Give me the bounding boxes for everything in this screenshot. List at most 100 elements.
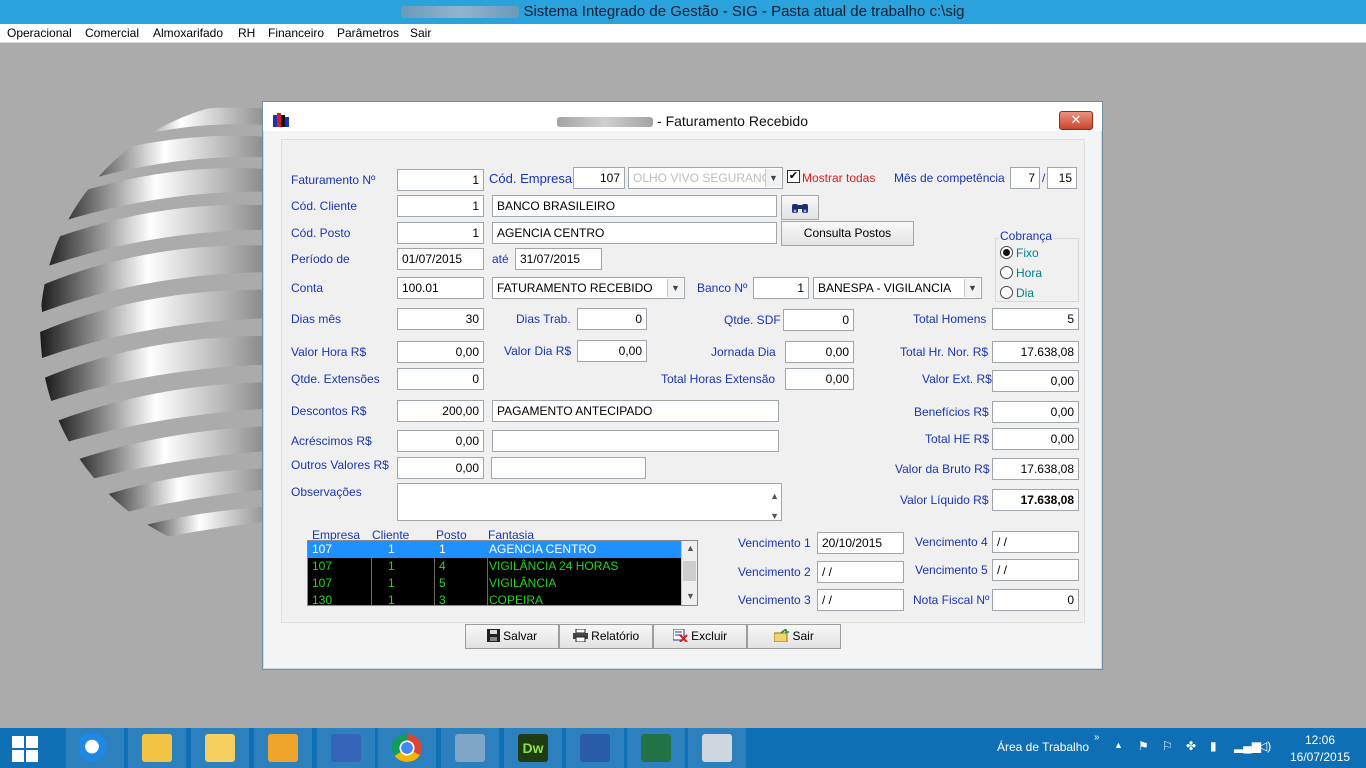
outros-desc-input[interactable] — [491, 457, 646, 479]
ano-input[interactable]: 15 — [1047, 167, 1077, 189]
menu-financeiro[interactable]: Financeiro — [268, 26, 324, 40]
dias-mes-input[interactable]: 30 — [397, 308, 484, 330]
taskbar-calculator[interactable] — [688, 728, 746, 768]
faturamento-input[interactable]: 1 — [397, 169, 484, 191]
cod-cliente-input[interactable]: 1 — [397, 195, 484, 217]
empresa-select[interactable]: OLHO VIVO SEGURANÇ ▼ — [628, 167, 783, 189]
total-horas-extensao-input[interactable]: 0,00 — [785, 368, 854, 390]
cod-empresa-input[interactable]: 107 — [573, 167, 625, 189]
table-row[interactable]: 107 1 4 VIGILÂNCIA 24 HORAS — [308, 558, 682, 575]
banco-select[interactable]: BANESPA - VIGILANCIA ▼ — [813, 277, 982, 299]
folder-icon — [205, 734, 235, 762]
dias-trab-input[interactable]: 0 — [577, 308, 647, 330]
mostrar-todas-checkbox[interactable]: ✔ — [787, 170, 800, 183]
taskbar-word[interactable] — [566, 728, 624, 768]
descontos-input[interactable]: 200,00 — [397, 400, 484, 422]
conta-select[interactable]: FATURAMENTO RECEBIDO ▼ — [492, 277, 685, 299]
banco-select-value: BANESPA - VIGILANCIA — [818, 281, 952, 295]
observacoes-textarea[interactable]: ▲ ▼ — [397, 483, 782, 521]
acrescimos-desc-input[interactable] — [492, 430, 779, 452]
show-hidden-icons[interactable]: ▲ — [1114, 740, 1123, 750]
conta-label: Conta — [291, 281, 324, 295]
vencimento-4-input[interactable]: / / — [992, 531, 1079, 553]
cobranca-hora-radio[interactable] — [1000, 266, 1013, 279]
menu-operacional[interactable]: Operacional — [7, 26, 72, 40]
table-row[interactable]: 107 1 1 AGENCIA CENTRO — [308, 541, 682, 558]
grid-scrollbar[interactable]: ▲ ▼ — [681, 541, 697, 605]
table-row[interactable]: 130 1 3 COPEIRA — [308, 592, 682, 605]
scroll-down-icon[interactable]: ▼ — [686, 591, 695, 601]
vencimento-1-input[interactable]: 20/10/2015 — [817, 532, 904, 554]
taskbar-virtualbox[interactable] — [441, 728, 499, 768]
flag-icon[interactable]: ⚐ — [1162, 739, 1173, 753]
table-row[interactable]: 107 1 5 VIGILÂNCIA — [308, 575, 682, 592]
cobranca-dia-radio[interactable] — [1000, 286, 1013, 299]
scroll-up-icon[interactable]: ▲ — [770, 486, 779, 506]
close-icon: ✕ — [1070, 112, 1082, 127]
battery-icon[interactable]: ▮ — [1210, 739, 1217, 753]
taskbar-explorer[interactable] — [191, 728, 249, 768]
taskbar-ie[interactable] — [66, 728, 124, 768]
vencimento-2-label: Vencimento 2 — [738, 565, 811, 579]
mes-separator: / — [1042, 171, 1046, 185]
cliente-nome-field[interactable]: BANCO BRASILEIRO — [492, 195, 777, 217]
valor-ext-label: Valor Ext. R$ — [922, 372, 992, 386]
qtde-extensoes-input[interactable]: 0 — [397, 368, 484, 390]
banco-input[interactable]: 1 — [753, 277, 809, 299]
vencimento-3-input[interactable]: / / — [817, 589, 904, 611]
sair-button[interactable]: Sair — [747, 624, 841, 649]
scroll-down-icon[interactable]: ▼ — [770, 506, 779, 520]
cell-cliente: 1 — [388, 576, 395, 590]
relatorio-button[interactable]: Relatório — [559, 624, 653, 649]
taskbar-sig[interactable] — [254, 728, 312, 768]
periodo-de-input[interactable]: 01/07/2015 — [397, 248, 484, 270]
action-center-icon[interactable]: ⚑ — [1138, 739, 1149, 753]
salvar-button[interactable]: Salvar — [465, 624, 559, 649]
cod-posto-input[interactable]: 1 — [397, 222, 484, 244]
periodo-ate-input[interactable]: 31/07/2015 — [515, 248, 602, 270]
search-cliente-button[interactable] — [781, 195, 819, 220]
start-button[interactable] — [0, 728, 52, 768]
acrescimos-input[interactable]: 0,00 — [397, 430, 484, 452]
nota-fiscal-input[interactable]: 0 — [992, 589, 1079, 611]
virtualbox-icon — [455, 734, 485, 762]
valor-hora-input[interactable]: 0,00 — [397, 341, 484, 363]
toolbar-expand-icon[interactable]: » — [1094, 732, 1100, 743]
posto-nome-field[interactable]: AGENCIA CENTRO — [492, 222, 777, 244]
menu-comercial[interactable]: Comercial — [85, 26, 139, 40]
taskbar-remote[interactable] — [317, 728, 375, 768]
clock-time[interactable]: 12:06 — [1305, 733, 1335, 747]
vencimento-5-input[interactable]: / / — [992, 559, 1079, 581]
consulta-postos-button[interactable]: Consulta Postos — [781, 221, 914, 246]
menu-rh[interactable]: RH — [238, 26, 255, 40]
total-homens-label: Total Homens — [913, 312, 987, 326]
jornada-dia-input[interactable]: 0,00 — [785, 341, 854, 363]
menu-sair[interactable]: Sair — [410, 26, 431, 40]
network-share-icon[interactable]: ✤ — [1186, 739, 1196, 753]
taskbar-chrome[interactable] — [378, 728, 436, 768]
scroll-up-icon[interactable]: ▲ — [686, 543, 695, 553]
mes-input[interactable]: 7 — [1010, 167, 1040, 189]
descontos-desc-input[interactable]: PAGAMENTO ANTECIPADO — [492, 400, 779, 422]
excluir-button[interactable]: Excluir — [653, 624, 747, 649]
taskbar-excel[interactable] — [627, 728, 685, 768]
cell-empresa: 107 — [312, 576, 333, 590]
menu-parametros[interactable]: Parâmetros — [337, 26, 399, 40]
taskbar-dreamweaver[interactable]: Dw — [504, 728, 562, 768]
qtde-sdf-input[interactable]: 0 — [783, 309, 854, 331]
clock-date[interactable]: 16/07/2015 — [1290, 750, 1350, 764]
taskbar-outlook[interactable] — [128, 728, 186, 768]
area-de-trabalho-toolbar[interactable]: Área de Trabalho — [997, 740, 1089, 754]
cobranca-fixo-radio[interactable] — [1000, 246, 1013, 259]
menu-almoxarifado[interactable]: Almoxarifado — [153, 26, 223, 40]
valor-dia-input[interactable]: 0,00 — [577, 340, 647, 362]
vencimento-2-input[interactable]: / / — [817, 561, 904, 583]
beneficios-label: Benefícios R$ — [914, 405, 989, 419]
scroll-thumb[interactable] — [683, 561, 696, 581]
outros-valores-input[interactable]: 0,00 — [397, 457, 484, 479]
volume-icon[interactable]: ◁) — [1258, 739, 1271, 753]
close-button[interactable]: ✕ — [1059, 111, 1093, 130]
conta-input[interactable]: 100.01 — [397, 277, 484, 299]
signal-icon[interactable]: ▂▄▆ — [1234, 739, 1261, 753]
total-hr-nor-label: Total Hr. Nor. R$ — [900, 345, 989, 359]
